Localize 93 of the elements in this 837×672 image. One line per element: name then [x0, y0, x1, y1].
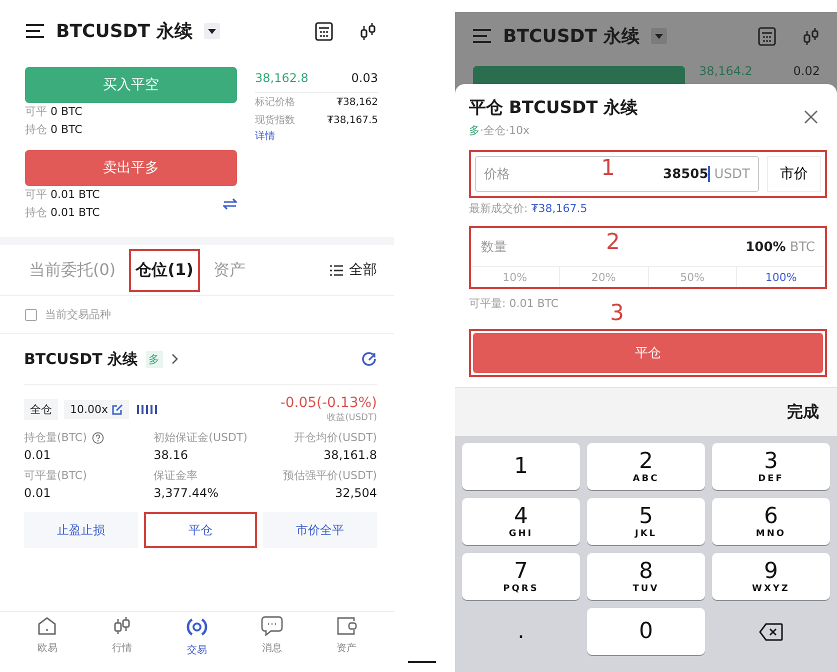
share-icon[interactable]	[361, 351, 377, 367]
last-price-label: 最新成交价:	[469, 202, 528, 215]
nav-item[interactable]: 欧易	[37, 641, 58, 655]
position-action-button[interactable]: 止盈止损	[24, 512, 138, 548]
candlestick-icon[interactable]	[359, 22, 377, 40]
stat-value: ₮38,162	[336, 96, 378, 110]
calculator-icon[interactable]	[315, 22, 333, 40]
keypad-key[interactable]: 4 GHI	[462, 498, 580, 545]
field-value: 38.16	[154, 448, 190, 462]
stat-label: 标记价格	[255, 96, 295, 110]
field-value: 38,161.8	[324, 448, 377, 462]
done-button[interactable]: 完成	[787, 402, 819, 422]
last-price-value: ₮38,167.5	[531, 202, 588, 215]
order-book-amount: 0.03	[351, 71, 378, 85]
trade-icon[interactable]	[186, 616, 208, 638]
order-book-price: 38,164.2	[699, 64, 752, 78]
info-value: 0.01 BTC	[50, 206, 100, 219]
position-title[interactable]: BTCUSDT 永续	[24, 350, 138, 368]
order-book-amount: 0.02	[793, 64, 820, 78]
info-value: 0 BTC	[50, 123, 82, 136]
quantity-label: 数量	[481, 239, 507, 256]
field-label: 初始保证金(USDT)	[154, 430, 248, 445]
field-value: 0.01	[24, 448, 52, 462]
checkbox[interactable]	[25, 308, 37, 320]
annotation-number: 2	[606, 230, 620, 255]
keypad-key[interactable]: 2 ABC	[587, 443, 705, 490]
position-action-button[interactable]: 平仓	[144, 512, 258, 548]
annotation-number: 1	[601, 156, 615, 181]
keypad-key[interactable]: 8 TUV	[587, 553, 705, 600]
side-label: 多	[469, 124, 480, 137]
wallet-icon[interactable]	[336, 616, 358, 636]
field-label: 保证金率	[154, 468, 198, 483]
leverage-tag[interactable]: 10.00x	[64, 400, 130, 419]
pnl-value: -0.05(-0.13%)	[280, 395, 377, 411]
keypad-key[interactable]: 3 DEF	[712, 443, 830, 490]
nav-item[interactable]: 行情	[112, 641, 132, 655]
pnl-label: 收益(USDT)	[327, 412, 377, 424]
filter-dropdown[interactable]: 全部	[349, 261, 377, 279]
edit-icon[interactable]	[112, 404, 124, 415]
field-label: 可平量(BTC)	[24, 468, 87, 483]
info-label: 可平	[25, 105, 47, 118]
keypad-key[interactable]: 6 MNO	[712, 498, 830, 545]
field-label: 预估强平价(USDT)	[283, 468, 377, 483]
keypad-key[interactable]: 1	[462, 443, 580, 490]
info-value: 0.01 BTC	[50, 188, 100, 201]
chevron-icon[interactable]	[170, 353, 179, 365]
quantity-unit: BTC	[790, 240, 815, 254]
field-label: 开仓均价(USDT)	[294, 430, 377, 445]
info-label: 持仓	[25, 123, 47, 136]
available-amount: 可平量: 0.01 BTC	[469, 296, 560, 311]
info-label: 持仓	[25, 206, 47, 219]
backspace-icon[interactable]	[759, 622, 783, 640]
chat-icon[interactable]	[260, 616, 283, 636]
keypad-key[interactable]: 9 WXYZ	[712, 553, 830, 600]
quantity-value[interactable]: 100%	[746, 240, 786, 254]
margin-mode-tag: 全仓	[24, 399, 58, 420]
field-label: 持仓量(BTC)	[24, 430, 87, 445]
nav-item[interactable]: 交易	[186, 643, 207, 657]
stat-label: 现货指数	[255, 114, 295, 128]
list-icon[interactable]	[330, 264, 343, 276]
home-icon[interactable]	[37, 616, 58, 636]
nav-item[interactable]: 资产	[336, 641, 357, 655]
info-label: 可平	[25, 188, 47, 201]
info-value: 0 BTC	[50, 105, 82, 118]
help-icon[interactable]	[92, 432, 104, 444]
details-link[interactable]: 详情	[255, 131, 275, 142]
long-tag: 多	[146, 350, 163, 368]
keypad-key[interactable]: 7 PQRS	[462, 553, 580, 600]
keypad-key[interactable]: 0	[587, 608, 705, 655]
symbol-title[interactable]: BTCUSDT 永续	[56, 19, 192, 43]
swap-icon[interactable]	[223, 198, 237, 210]
menu-icon[interactable]	[26, 24, 44, 38]
decimal-key[interactable]: .	[462, 608, 580, 655]
sell-close-long-button[interactable]: 卖出平多	[25, 150, 237, 186]
tab[interactable]: 仓位(1)	[128, 248, 200, 292]
annotation-number: 3	[610, 301, 624, 326]
keypad-key[interactable]: 5 JKL	[587, 498, 705, 545]
order-book-price: 38,162.8	[255, 71, 308, 85]
position-action-button[interactable]: 市价全平	[263, 512, 378, 548]
position-summary: ·全仓·10x	[480, 124, 530, 137]
close-icon[interactable]	[803, 109, 819, 125]
field-value: 32,504	[334, 486, 377, 500]
symbol-title[interactable]: BTCUSDT 永续	[503, 24, 640, 48]
market-price-button[interactable]: 市价	[767, 156, 821, 192]
field-value: 0.01	[24, 486, 52, 500]
sheet-title: 平仓 BTCUSDT 永续	[469, 97, 638, 119]
stat-value: ₮38,167.5	[327, 114, 378, 128]
field-value: 3,377.44%	[154, 486, 220, 500]
close-position-button[interactable]: 平仓	[473, 333, 823, 373]
checkbox-label: 当前交易品种	[45, 307, 111, 322]
caret-icon[interactable]	[204, 23, 220, 39]
nav-item[interactable]: 消息	[262, 641, 282, 655]
signal-bars-icon	[137, 405, 160, 414]
